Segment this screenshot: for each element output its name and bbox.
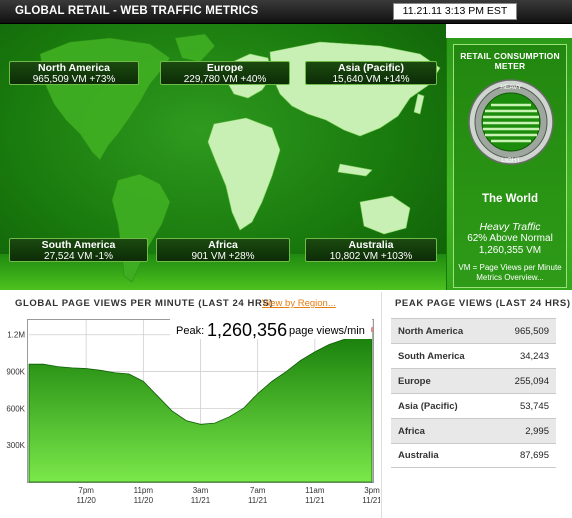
world-map: North America 965,509 VM +73% Europe 229… <box>0 24 446 290</box>
meter-title: RETAIL CONSUMPTION METER <box>460 51 560 71</box>
y-tick-label: 900K <box>6 368 25 377</box>
region-name: Australia <box>348 239 394 251</box>
japan-landmass <box>413 93 425 115</box>
above-normal: 62% Above Normal <box>467 233 553 244</box>
peak-label-suffix: page views/min <box>289 325 365 337</box>
region-stats: 27,524 VM -1% <box>44 251 113 262</box>
x-tick-label: 3am <box>193 486 209 495</box>
page-views-chart: 300K600K900K1.2M 7pm11/2011pm11/203am11/… <box>6 315 380 505</box>
region-stats: 901 VM +28% <box>191 251 255 262</box>
peak-region-name: Europe <box>398 375 431 387</box>
region-north-america[interactable]: North America 965,509 VM +73% <box>9 61 139 85</box>
region-stats: 965,509 VM +73% <box>32 74 116 85</box>
table-row: Asia (Pacific) 53,745 <box>391 393 556 418</box>
y-axis-labels: 300K 600K 900K 1.2M <box>6 331 25 450</box>
peak-region-value: 53,745 <box>519 400 549 412</box>
meter-light-label: LIGHT <box>501 157 520 164</box>
y-tick-label: 1.2M <box>7 331 25 340</box>
australia-landmass <box>359 195 411 235</box>
vm-definition: VM = Page Views per Minute <box>458 263 562 272</box>
meter-heavy-label: HEAVY <box>500 84 522 91</box>
chart-section-title: GLOBAL PAGE VIEWS PER MINUTE (LAST 24 HR… <box>15 298 274 309</box>
peak-region-value: 2,995 <box>525 425 549 437</box>
peak-region-value: 87,695 <box>519 450 549 461</box>
x-tick-label: 11am <box>305 486 325 495</box>
meter-scope: The World <box>481 193 538 205</box>
timestamp: 11.21.11 3:13 PM EST <box>393 3 517 20</box>
region-name: Europe <box>206 62 244 74</box>
region-stats: 229,780 VM +40% <box>183 74 267 85</box>
peak-views-table: North America 965,509 South America 34,2… <box>391 318 556 468</box>
peak-region-name: Asia (Pacific) <box>398 400 458 412</box>
peak-region-value: 965,509 <box>514 325 549 337</box>
region-asia-pacific[interactable]: Asia (Pacific) 15,640 VM +14% <box>305 61 437 85</box>
x-tick-label: 7am <box>250 486 266 495</box>
section-divider <box>381 292 382 518</box>
peak-region-name: South America <box>398 350 465 362</box>
x-tick-sublabel: 11/21 <box>248 496 268 505</box>
consumption-meter: RETAIL CONSUMPTION METER HEAVY LIGHT The… <box>453 44 567 288</box>
view-by-region-link[interactable]: View by Region... <box>262 298 336 309</box>
africa-landmass <box>207 117 281 231</box>
table-row: Australia 87,695 <box>391 443 556 468</box>
peak-value: 1,260,356 <box>207 320 287 340</box>
peak-region-value: 255,094 <box>514 375 549 387</box>
x-tick-sublabel: 11/20 <box>134 496 154 505</box>
header-bar: GLOBAL RETAIL - WEB TRAFFIC METRICS 11.2… <box>0 0 572 24</box>
peak-region-name: Africa <box>398 425 425 437</box>
table-row: South America 34,243 <box>391 343 556 368</box>
asia-landmass <box>269 41 441 137</box>
region-name: South America <box>41 239 116 251</box>
region-africa[interactable]: Africa 901 VM +28% <box>156 238 290 262</box>
table-row: Europe 255,094 <box>391 368 556 393</box>
region-name: Africa <box>208 239 238 251</box>
table-row: North America 965,509 <box>391 318 556 343</box>
peak-region-value: 34,243 <box>519 350 549 362</box>
metrics-overview-link[interactable]: Metrics Overview... <box>454 273 566 283</box>
peak-label-prefix: Peak: <box>176 325 204 337</box>
peak-section-title: PEAK PAGE VIEWS (LAST 24 HRS) <box>395 298 571 309</box>
peak-region-name: Australia <box>398 450 439 461</box>
region-australia[interactable]: Australia 10,802 VM +103% <box>305 238 437 262</box>
x-tick-sublabel: 11/21 <box>191 496 211 505</box>
meter-note: VM = Page Views per Minute Metrics Overv… <box>454 263 566 283</box>
region-south-america[interactable]: South America 27,524 VM -1% <box>9 238 148 262</box>
peak-region-name: North America <box>398 325 464 337</box>
south-america-landmass <box>111 173 171 283</box>
north-america-landmass <box>39 37 171 161</box>
indonesia-landmass <box>337 163 373 177</box>
x-tick-label: 3pm <box>364 486 380 495</box>
x-tick-sublabel: 11/20 <box>76 496 96 505</box>
region-name: North America <box>38 62 110 74</box>
meter-gauge-icon: HEAVY LIGHT <box>468 79 554 165</box>
y-tick-label: 300K <box>6 441 25 450</box>
region-stats: 10,802 VM +103% <box>329 251 413 262</box>
traffic-level: Heavy Traffic <box>479 221 541 233</box>
y-tick-label: 600K <box>6 404 25 413</box>
consumption-meter-panel: RETAIL CONSUMPTION METER HEAVY LIGHT The… <box>446 38 572 290</box>
region-name: Asia (Pacific) <box>338 62 404 74</box>
x-tick-sublabel: 11/21 <box>362 496 380 505</box>
greenland-landmass <box>174 33 216 63</box>
x-tick-sublabel: 11/21 <box>305 496 325 505</box>
meter-value: 1,260,355 VM <box>478 245 542 256</box>
page-title: GLOBAL RETAIL - WEB TRAFFIC METRICS <box>15 5 259 17</box>
region-stats: 15,640 VM +14% <box>332 74 410 85</box>
x-tick-label: 7pm <box>78 486 94 495</box>
meter-readout: Heavy Traffic 62% Above Normal 1,260,355… <box>454 221 566 257</box>
region-europe[interactable]: Europe 229,780 VM +40% <box>160 61 290 85</box>
x-axis-labels: 7pm11/2011pm11/203am11/217am11/2111am11/… <box>76 486 380 505</box>
x-tick-label: 11pm <box>134 486 154 495</box>
table-row: Africa 2,995 <box>391 418 556 443</box>
